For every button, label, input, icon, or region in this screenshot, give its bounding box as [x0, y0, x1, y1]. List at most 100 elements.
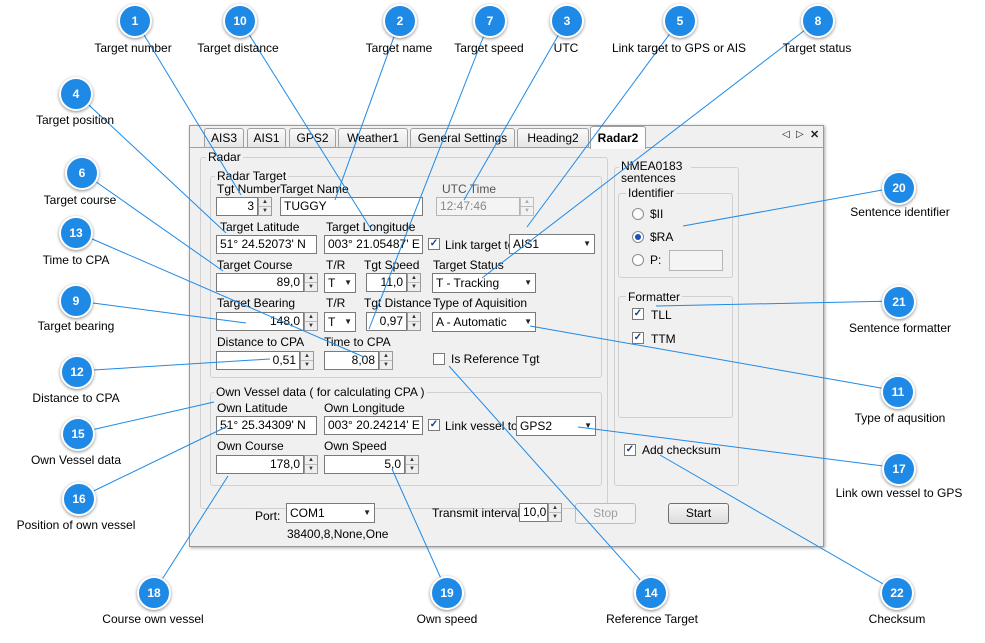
link-vessel-label: Link vessel to [445, 419, 518, 433]
link-vessel-select-value: GPS2 [520, 419, 553, 433]
own-latitude-input[interactable]: 51° 25.34309' N [216, 416, 317, 435]
own-speed-label: Own Speed [324, 439, 387, 453]
identifier-group-title: Identifier [626, 186, 677, 200]
tab-weather1[interactable]: Weather1 [338, 128, 408, 148]
own-course-input[interactable]: 178,0 [216, 455, 304, 474]
tab-radar2[interactable]: Radar2 [590, 126, 646, 149]
callout-badge-11: 11 [881, 375, 915, 409]
tgt-number-input[interactable]: 3 [216, 197, 258, 216]
type-aquisition-select[interactable]: A - Automatic ▼ [432, 312, 536, 332]
target-longitude-label: Target Longitude [326, 220, 416, 234]
target-status-select[interactable]: T - Tracking ▼ [432, 273, 536, 293]
own-latitude-label: Own Latitude [217, 401, 288, 415]
distance-cpa-label: Distance to CPA [217, 335, 305, 349]
close-icon[interactable]: ✕ [810, 128, 819, 141]
time-cpa-spinner[interactable]: ▲ ▼ [379, 351, 393, 370]
target-bearing-spinner[interactable]: ▲ ▼ [304, 312, 318, 331]
identifier-ra-label: $RA [650, 230, 674, 244]
transmit-interval-input[interactable]: 10,0 [519, 503, 548, 522]
callout-label-position-own-vessel: Position of own vessel [16, 518, 136, 532]
type-aquisition-select-value: A - Automatic [436, 315, 507, 329]
callout-badge-8: 8 [801, 4, 835, 38]
own-longitude-label: Own Longitude [324, 401, 405, 415]
time-cpa-input[interactable]: 8,08 [324, 351, 379, 370]
link-target-checkbox[interactable]: ✓ [428, 238, 440, 250]
own-speed-input[interactable]: 5,0 [324, 455, 405, 474]
callout-badge-17: 17 [882, 452, 916, 486]
identifier-ii-radio[interactable] [632, 208, 644, 220]
ttm-label: TTM [651, 332, 676, 346]
target-bearing-label: Target Bearing [217, 296, 296, 310]
utc-time-spinner: ▲ ▼ [520, 197, 534, 216]
target-course-spinner[interactable]: ▲ ▼ [304, 273, 318, 292]
own-course-spinner[interactable]: ▲ ▼ [304, 455, 318, 474]
add-checksum-label: Add checksum [642, 443, 721, 457]
chevron-down-icon: ▼ [583, 239, 591, 248]
tab-heading2[interactable]: Heading2 [517, 128, 589, 148]
tgt-speed-input[interactable]: 11,0 [366, 273, 407, 292]
callout-badge-12: 12 [60, 355, 94, 389]
callout-badge-6: 6 [65, 156, 99, 190]
tr-select-1[interactable]: T ▼ [324, 273, 356, 293]
tgt-speed-label: Tgt Speed [364, 258, 420, 272]
port-select[interactable]: COM1 ▼ [286, 503, 375, 523]
target-latitude-input[interactable]: 51° 24.52073' N [216, 235, 317, 254]
own-longitude-input[interactable]: 003° 20.24214' E [324, 416, 423, 435]
target-course-label: Target Course [217, 258, 293, 272]
distance-cpa-input[interactable]: 0,51 [216, 351, 300, 370]
tab-prev-icon[interactable]: ◁ [782, 129, 790, 140]
own-vessel-group-title: Own Vessel data ( for calculating CPA ) [214, 385, 427, 399]
callout-badge-7: 7 [473, 4, 507, 38]
tgt-distance-spinner[interactable]: ▲ ▼ [407, 312, 421, 331]
callout-badge-2: 2 [383, 4, 417, 38]
tr-select-1-value: T [328, 276, 336, 290]
link-target-select-value: AIS1 [513, 237, 540, 251]
identifier-p-input[interactable] [669, 250, 723, 271]
callout-badge-5: 5 [663, 4, 697, 38]
type-aquisition-label: Type of Aquisition [433, 296, 528, 310]
target-longitude-input[interactable]: 003° 21.05487' E [324, 235, 423, 254]
callout-label-link-own-vessel: Link own vessel to GPS [835, 486, 963, 500]
identifier-p-radio[interactable] [632, 254, 644, 266]
link-vessel-select[interactable]: GPS2 ▼ [516, 416, 596, 436]
tgt-number-label: Tgt Number [217, 182, 281, 196]
link-vessel-checkbox[interactable]: ✓ [428, 419, 440, 431]
chevron-down-icon: ▼ [363, 508, 371, 517]
transmit-interval-spinner[interactable]: ▲ ▼ [548, 503, 562, 522]
radar-settings-window: AIS3 AIS1 GPS2 Weather1 General Settings… [189, 125, 824, 547]
ttm-checkbox[interactable]: ✓ [632, 332, 644, 344]
callout-badge-4: 4 [59, 77, 93, 111]
tr-label-2: T/R [326, 296, 346, 310]
callout-badge-21: 21 [882, 285, 916, 319]
tgt-number-spinner[interactable]: ▲ ▼ [258, 197, 272, 216]
tab-ais1[interactable]: AIS1 [247, 128, 286, 148]
target-bearing-input[interactable]: 148,0 [216, 312, 304, 331]
tab-gps2[interactable]: GPS2 [289, 128, 336, 148]
identifier-ra-radio[interactable] [632, 231, 644, 243]
tab-general-settings[interactable]: General Settings [410, 128, 515, 148]
callout-badge-10: 10 [223, 4, 257, 38]
callout-label-time-to-cpa: Time to CPA [42, 253, 110, 267]
callout-badge-15: 15 [61, 417, 95, 451]
callout-label-sentence-identifier: Sentence identifier [850, 205, 950, 219]
own-speed-spinner[interactable]: ▲ ▼ [405, 455, 419, 474]
tgt-speed-spinner[interactable]: ▲ ▼ [407, 273, 421, 292]
tr-select-2[interactable]: T ▼ [324, 312, 356, 332]
identifier-ii-label: $II [650, 207, 664, 221]
link-target-select[interactable]: AIS1 ▼ [509, 234, 595, 254]
tab-ais3[interactable]: AIS3 [204, 128, 244, 148]
callout-label-reference-target: Reference Target [606, 612, 698, 626]
callout-badge-19: 19 [430, 576, 464, 610]
tgt-distance-input[interactable]: 0,97 [366, 312, 407, 331]
start-button[interactable]: Start [668, 503, 729, 524]
distance-cpa-spinner[interactable]: ▲ ▼ [300, 351, 314, 370]
tab-next-icon[interactable]: ▷ [796, 129, 804, 140]
callout-label-checksum: Checksum [868, 612, 926, 626]
target-course-input[interactable]: 89,0 [216, 273, 304, 292]
is-reference-checkbox[interactable] [433, 353, 445, 365]
tll-checkbox[interactable]: ✓ [632, 308, 644, 320]
target-name-input[interactable]: TUGGY [280, 197, 423, 216]
add-checksum-checkbox[interactable]: ✓ [624, 444, 636, 456]
stop-button[interactable]: Stop [575, 503, 636, 524]
tll-label: TLL [651, 308, 672, 322]
